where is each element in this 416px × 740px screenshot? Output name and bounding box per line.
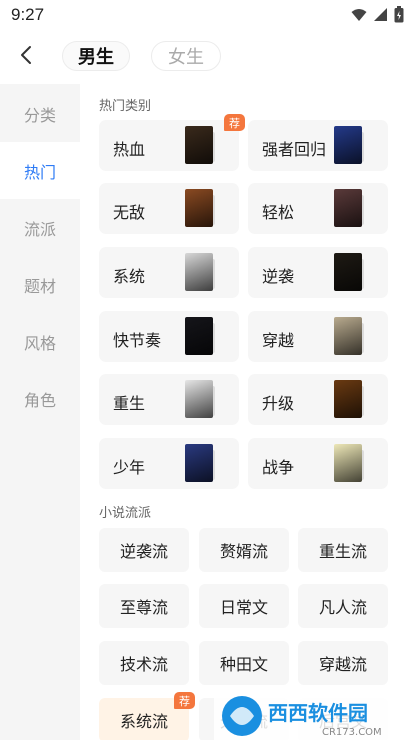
hot-category-card[interactable]: 重生 <box>99 374 239 425</box>
hot-category-label: 逆袭 <box>262 269 295 286</box>
hot-category-label: 系统 <box>113 269 146 286</box>
sidebar-item-role[interactable]: 角色 <box>0 370 80 427</box>
section-title-hot: 热门类别 <box>99 98 152 113</box>
sidebar-item-category[interactable]: 分类 <box>0 85 80 142</box>
sidebar-item-style[interactable]: 风格 <box>0 313 80 370</box>
tab-female[interactable]: 女生 <box>151 41 221 71</box>
hot-category-card[interactable]: 少年 <box>99 438 239 489</box>
sidebar-item-hot[interactable]: 热门 <box>0 142 80 199</box>
hot-category-label: 强者回归 <box>262 142 327 159</box>
genre-label: 穿越流 <box>318 657 367 674</box>
hot-category-label: 升级 <box>262 396 295 413</box>
genre-button[interactable]: 日常文 <box>199 584 289 628</box>
hot-category-card[interactable]: 轻松 <box>248 183 388 234</box>
hot-category-card[interactable]: 穿越 <box>248 311 388 362</box>
hot-category-card[interactable]: 快节奏 <box>99 311 239 362</box>
hot-category-label: 少年 <box>113 460 146 477</box>
genre-button[interactable]: 逆袭流 <box>99 528 189 572</box>
hot-category-card[interactable]: 强者回归 <box>248 120 388 171</box>
book-cover-image <box>334 380 362 418</box>
genre-label: 至尊流 <box>119 600 168 617</box>
tab-male[interactable]: 男生 <box>62 41 130 71</box>
genre-button[interactable]: 系统流荐 <box>99 692 195 740</box>
recommend-badge: 荐 <box>174 692 195 709</box>
header: 男生 女生 <box>0 32 416 82</box>
status-icons <box>351 6 404 23</box>
book-cover-image <box>334 317 362 355</box>
watermark-text: 西西软件园 <box>268 701 368 725</box>
sidebar-item-school[interactable]: 流派 <box>0 199 80 256</box>
book-cover-image <box>185 380 213 418</box>
genre-label: 日常文 <box>219 600 268 617</box>
book-cover-image <box>185 253 213 291</box>
genre-label: 逆袭流 <box>119 544 168 561</box>
book-cover-image <box>185 189 213 227</box>
genre-label: 系统流 <box>119 714 168 731</box>
chevron-left-icon <box>21 46 31 64</box>
sidebar-item-theme[interactable]: 题材 <box>0 256 80 313</box>
content-panel: 热门类别 热血荐强者回归 无敌 轻松 系统 逆袭 快节奏 穿越 重生 升级 少年 战争 小说流派 逆… <box>80 84 416 740</box>
recommend-badge: 荐 <box>224 114 245 131</box>
genre-button[interactable]: 技术流 <box>99 641 189 685</box>
book-cover-image <box>334 253 362 291</box>
hot-category-label: 轻松 <box>262 205 295 222</box>
hot-category-label: 快节奏 <box>113 333 162 350</box>
genre-label: 重生流 <box>318 544 367 561</box>
book-cover-image <box>185 444 213 482</box>
genre-label: 凡人流 <box>318 600 367 617</box>
watermark-logo: 西西软件园 CR173.COM <box>214 690 416 740</box>
signal-icon <box>374 8 387 21</box>
hot-category-card[interactable]: 逆袭 <box>248 247 388 298</box>
hot-category-label: 战争 <box>262 460 295 477</box>
watermark-sub: CR173.COM <box>322 727 382 738</box>
hot-category-card[interactable]: 系统 <box>99 247 239 298</box>
book-cover-image <box>185 126 213 164</box>
genre-label: 技术流 <box>119 657 168 674</box>
book-cover-image <box>334 189 362 227</box>
hot-category-label: 重生 <box>113 396 146 413</box>
wifi-icon <box>351 8 367 21</box>
hot-category-card[interactable]: 战争 <box>248 438 388 489</box>
hot-category-label: 穿越 <box>262 333 295 350</box>
genre-button[interactable]: 种田文 <box>199 641 289 685</box>
battery-icon <box>394 6 404 23</box>
genre-label: 赘婿流 <box>219 544 268 561</box>
hot-category-card[interactable]: 热血 荐 <box>99 114 245 171</box>
genre-button[interactable]: 至尊流 <box>99 584 189 628</box>
sidebar: 分类 热门 流派 题材 风格 角色 <box>0 84 80 740</box>
genre-button[interactable]: 穿越流 <box>298 641 388 685</box>
book-cover-image <box>185 317 213 355</box>
genre-label: 种田文 <box>219 657 268 674</box>
hot-category-label: 无敌 <box>113 205 146 222</box>
genre-button[interactable]: 重生流 <box>298 528 388 572</box>
hot-category-card[interactable]: 无敌 <box>99 183 239 234</box>
status-bar: 9:27 <box>0 0 416 32</box>
hot-category-card[interactable]: 升级 <box>248 374 388 425</box>
section-title-genre: 小说流派 <box>99 505 152 520</box>
genre-button[interactable]: 赘婿流 <box>199 528 289 572</box>
book-cover-image <box>334 126 362 164</box>
back-button[interactable] <box>14 42 38 68</box>
hot-category-label: 热血 <box>113 142 146 159</box>
book-cover-image <box>334 444 362 482</box>
status-time: 9:27 <box>11 5 45 24</box>
genre-button[interactable]: 凡人流 <box>298 584 388 628</box>
